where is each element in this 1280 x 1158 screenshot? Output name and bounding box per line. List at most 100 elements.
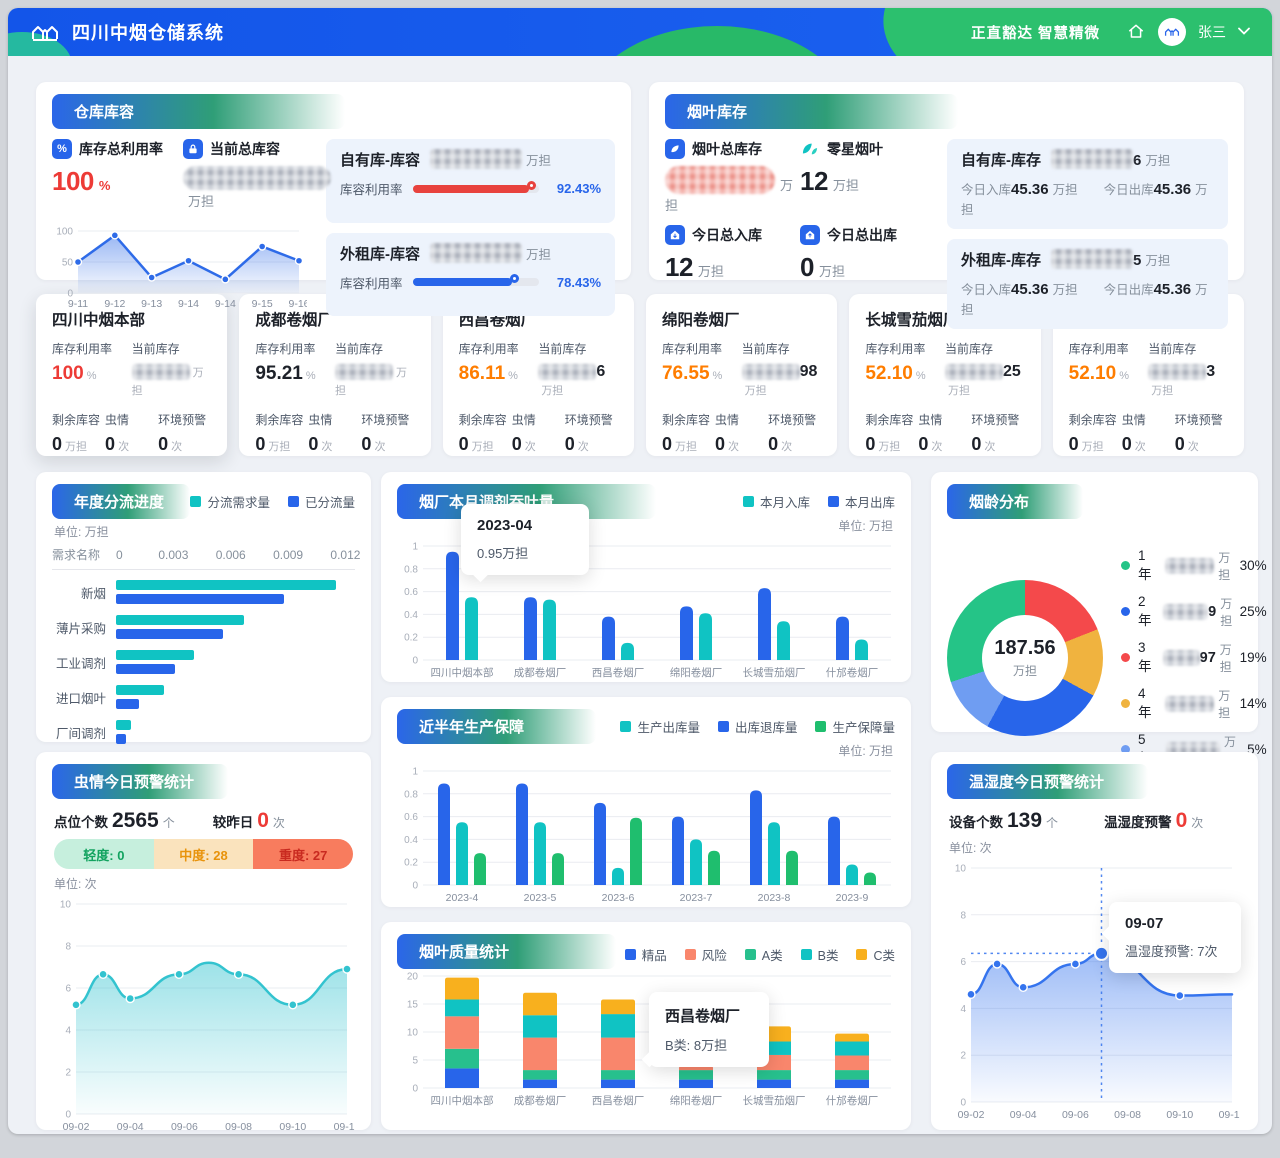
legend-item[interactable]: B类 <box>801 945 839 964</box>
home-icon[interactable] <box>1126 22 1146 42</box>
panel-title: 年度分流进度 <box>52 484 190 519</box>
svg-text:2: 2 <box>960 1051 966 1062</box>
svg-text:4: 4 <box>65 1026 71 1037</box>
factory-card[interactable]: 西昌卷烟厂 库存利用率86.11% 当前库存6万担 剩余库容0万担 虫情0次 环… <box>443 294 634 456</box>
diversion-row: 薄片采购 <box>52 615 355 639</box>
legend-item[interactable]: 本月入库 <box>743 492 810 511</box>
svg-text:什邡卷烟厂: 什邡卷烟厂 <box>826 666 879 679</box>
legend-item[interactable]: 出库退库量 <box>718 717 798 736</box>
svg-text:绵阳卷烟厂: 绵阳卷烟厂 <box>670 666 723 679</box>
legend-item[interactable]: 生产出库量 <box>620 717 700 736</box>
diversion-row: 工业调剂 <box>52 650 355 674</box>
stat-leaf-total: 烟叶总库存 万担 <box>665 139 800 215</box>
svg-text:什邡卷烟厂: 什邡卷烟厂 <box>826 1094 879 1107</box>
age-legend: 1年万担30%2年9万担25%3年97万担19%4年万担14%5年万担5% <box>1121 537 1267 778</box>
app-title: 四川中烟仓储系统 <box>72 19 224 45</box>
leaf-icon <box>800 139 820 159</box>
temp-trend-chart: 024681009-0209-0409-0609-0809-1009-12 <box>947 860 1242 1127</box>
capacity-trend-chart: 0501009-119-129-139-149-149-159-16 <box>52 225 314 316</box>
temp-stats: 设备个数139个 温湿度预警0次 <box>949 809 1240 833</box>
app-header: 四川中烟仓储系统 正直豁达 智慧精微 张三 <box>8 8 1272 56</box>
svg-text:9-16: 9-16 <box>288 298 307 310</box>
svg-text:09-10: 09-10 <box>1166 1109 1193 1121</box>
unit-label: 单位: 次 <box>54 875 353 892</box>
factory-card[interactable]: 成都卷烟厂 库存利用率95.21% 当前库存万担 剩余库容0万担 虫情0次 环境… <box>239 294 430 456</box>
legend-item[interactable]: 本月出库 <box>828 492 895 511</box>
stat-value: 100 <box>52 166 94 196</box>
stat-scattered-leaf: 零星烟叶 12万担 <box>800 139 935 215</box>
svg-text:2023-6: 2023-6 <box>602 892 635 904</box>
svg-text:09-08: 09-08 <box>1114 1109 1141 1121</box>
chart-legend: 本月入库本月出库 <box>743 484 895 511</box>
leaf-box-icon <box>665 139 685 159</box>
redacted-value <box>335 364 393 380</box>
svg-text:5: 5 <box>412 1056 418 1067</box>
age-legend-item[interactable]: 4年万担14% <box>1121 686 1267 721</box>
utilization-progress-bar <box>413 185 539 193</box>
diversion-row: 厂间调剂 <box>52 720 355 744</box>
own-capacity-card: 自有库-库容万担 库容利用率92.43% <box>326 139 615 223</box>
age-legend-item[interactable]: 3年97万担19% <box>1121 640 1267 675</box>
outbound-icon <box>800 225 820 245</box>
username: 张三 <box>1198 22 1226 42</box>
svg-text:0.8: 0.8 <box>404 789 418 800</box>
svg-text:0.4: 0.4 <box>404 610 418 621</box>
svg-text:长城雪茄烟厂: 长城雪茄烟厂 <box>743 1094 806 1107</box>
age-donut-chart: 187.56万担 <box>947 580 1103 736</box>
svg-text:8: 8 <box>65 942 71 953</box>
svg-text:09-10: 09-10 <box>279 1121 306 1133</box>
legend-item[interactable]: A类 <box>745 945 783 964</box>
avatar[interactable] <box>1158 18 1186 46</box>
redacted-value <box>1051 149 1133 169</box>
panel-leaf-quality: 烟叶质量统计 精品风险A类B类C类 05101520四川中烟本部成都卷烟厂西昌卷… <box>381 922 911 1130</box>
legend-item[interactable]: 已分流量 <box>288 492 355 511</box>
factory-card[interactable]: 四川中烟本部 库存利用率100% 当前库存万担 剩余库容0万担 虫情0次 环境预… <box>36 294 227 456</box>
svg-text:09-12: 09-12 <box>1219 1109 1240 1121</box>
redacted-value <box>1163 650 1199 666</box>
svg-text:09-04: 09-04 <box>117 1121 144 1133</box>
redacted-value <box>1163 604 1208 620</box>
age-legend-item[interactable]: 1年万担30% <box>1121 548 1267 583</box>
legend-item[interactable]: C类 <box>856 945 895 964</box>
chart-legend: 生产出库量出库退库量生产保障量 <box>620 709 895 736</box>
svg-text:09-06: 09-06 <box>1062 1109 1089 1121</box>
panel-title: 虫情今日预警统计 <box>52 764 228 799</box>
header-decoration <box>582 26 852 56</box>
svg-text:09-08: 09-08 <box>225 1121 252 1133</box>
production-chart: 00.20.40.60.812023-42023-52023-62023-720… <box>397 763 895 910</box>
svg-text:9-15: 9-15 <box>252 298 273 310</box>
svg-text:0.6: 0.6 <box>404 587 418 598</box>
redacted-value <box>1148 364 1206 380</box>
quality-chart: 05101520四川中烟本部成都卷烟厂西昌卷烟厂绵阳卷烟厂长城雪茄烟厂什邡卷烟厂 <box>397 968 895 1113</box>
svg-text:10: 10 <box>407 1028 419 1039</box>
legend-item[interactable]: 精品 <box>625 945 667 964</box>
chart-legend: 分流需求量已分流量 <box>190 484 355 511</box>
panel-title: 仓库库容 <box>52 94 345 129</box>
svg-text:8: 8 <box>960 910 966 921</box>
legend-item[interactable]: 风险 <box>685 945 727 964</box>
legend-item[interactable]: 分流需求量 <box>190 492 270 511</box>
legend-item[interactable]: 生产保障量 <box>815 717 895 736</box>
unit-label: 单位: 万担 <box>54 523 353 540</box>
svg-text:9-13: 9-13 <box>141 298 162 310</box>
svg-text:成都卷烟厂: 成都卷烟厂 <box>514 666 567 679</box>
svg-text:09-12: 09-12 <box>334 1121 355 1133</box>
percent-icon: % <box>52 139 72 159</box>
chevron-down-icon[interactable] <box>1238 26 1250 38</box>
svg-text:0.8: 0.8 <box>404 564 418 575</box>
own-inventory-card: 自有库-库存6万担 今日入库45.36万担今日出库45.36万担 <box>947 139 1228 229</box>
utilization-progress-bar <box>413 278 539 286</box>
svg-text:0.4: 0.4 <box>404 835 418 846</box>
lock-icon <box>183 139 203 159</box>
severity-pill: 中度: 28 <box>154 839 254 869</box>
age-legend-item[interactable]: 2年9万担25% <box>1121 594 1267 629</box>
panel-leaf-inventory: 烟叶库存 烟叶总库存 万担 零星烟叶 12万担 <box>649 82 1244 280</box>
svg-text:0: 0 <box>65 1110 71 1121</box>
header-slogan: 正直豁达 智慧精微 <box>971 22 1100 43</box>
svg-text:0.2: 0.2 <box>404 633 418 644</box>
svg-text:9-14: 9-14 <box>215 298 236 310</box>
svg-text:2023-9: 2023-9 <box>836 892 869 904</box>
svg-text:西昌卷烟厂: 西昌卷烟厂 <box>592 1094 645 1107</box>
chart-tooltip: 09-07 温湿度预警: 7次 <box>1109 902 1241 973</box>
svg-text:100: 100 <box>56 227 73 238</box>
